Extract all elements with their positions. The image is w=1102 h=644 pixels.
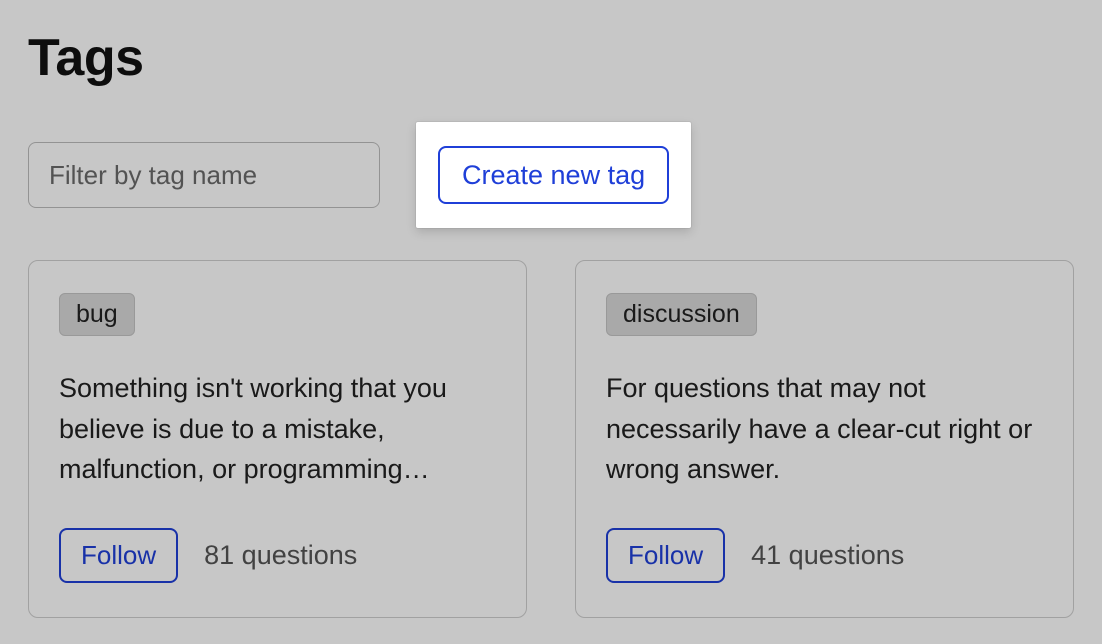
- create-tag-highlight: Create new tag: [416, 122, 691, 228]
- tag-chip[interactable]: bug: [59, 293, 135, 336]
- tag-card-footer: Follow 81 questions: [59, 528, 496, 583]
- controls-row: Create new tag: [28, 142, 1074, 208]
- tag-description: For questions that may not necessarily h…: [606, 368, 1043, 490]
- page-title: Tags: [28, 28, 1074, 88]
- tag-card-footer: Follow 41 questions: [606, 528, 1043, 583]
- tag-chip[interactable]: discussion: [606, 293, 757, 336]
- question-count: 41 questions: [751, 540, 904, 571]
- create-new-tag-button[interactable]: Create new tag: [438, 146, 669, 204]
- tag-description: Something isn't working that you believe…: [59, 368, 496, 490]
- question-count: 81 questions: [204, 540, 357, 571]
- follow-button[interactable]: Follow: [606, 528, 725, 583]
- tag-cards-row: bug Something isn't working that you bel…: [28, 260, 1074, 618]
- tag-card: discussion For questions that may not ne…: [575, 260, 1074, 618]
- follow-button[interactable]: Follow: [59, 528, 178, 583]
- tag-card: bug Something isn't working that you bel…: [28, 260, 527, 618]
- filter-input[interactable]: [28, 142, 380, 208]
